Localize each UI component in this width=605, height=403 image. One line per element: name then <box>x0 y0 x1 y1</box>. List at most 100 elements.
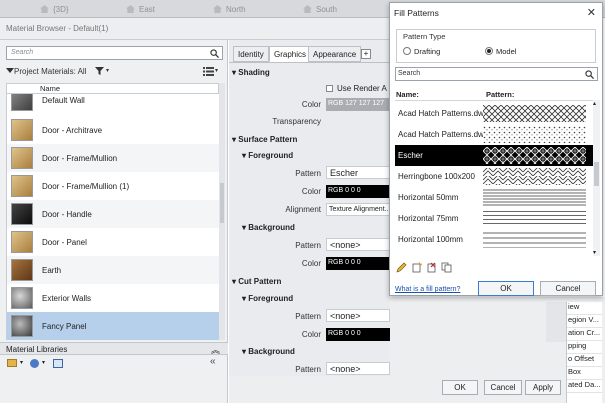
ok-button[interactable]: OK <box>442 380 478 395</box>
dialog-title: Fill Patterns <box>394 8 439 18</box>
surface-foreground-header[interactable]: ▾ Foreground <box>242 151 293 160</box>
model-radio[interactable] <box>485 47 493 55</box>
section-surface-pattern[interactable]: ▾ Surface Pattern <box>232 135 297 144</box>
library-window-icon[interactable] <box>53 359 63 368</box>
cut-foreground-header[interactable]: ▾ Foreground <box>242 294 293 303</box>
pattern-preview <box>483 147 586 164</box>
scrollbar-thumb[interactable] <box>594 162 599 186</box>
duplicate-pattern-icon[interactable] <box>441 262 452 273</box>
pattern-preview <box>483 189 586 206</box>
collapse-left-icon[interactable]: « <box>210 356 216 367</box>
close-icon[interactable]: ✕ <box>587 6 596 19</box>
material-swatch <box>11 231 33 253</box>
material-item[interactable]: Fancy Panel <box>7 312 219 340</box>
section-shading[interactable]: ▾ Shading <box>232 68 270 77</box>
edit-pencil-icon[interactable] <box>396 262 407 273</box>
cut-bg-pattern-field[interactable]: <none> <box>326 362 390 375</box>
house-icon <box>40 5 49 13</box>
material-item[interactable]: Door - Architrave <box>7 116 219 144</box>
material-item[interactable]: Door - Frame/Mullion <box>7 144 219 172</box>
dialog-ok-button[interactable]: OK <box>478 281 534 296</box>
new-pattern-icon[interactable] <box>411 262 422 273</box>
use-render-checkbox[interactable] <box>326 85 333 92</box>
surface-fg-pattern-field[interactable]: Escher <box>326 166 390 179</box>
shading-color-field[interactable]: RGB 127 127 127 <box>326 98 390 111</box>
dialog-cancel-button[interactable]: Cancel <box>540 281 596 296</box>
project-materials-filter[interactable]: Project Materials: All ▾ ▾ <box>6 66 223 80</box>
material-swatch <box>11 315 33 337</box>
tab-graphics[interactable]: Graphics <box>269 46 312 62</box>
pattern-toolbar <box>396 261 476 275</box>
filter-icon[interactable] <box>95 67 104 75</box>
material-item[interactable]: Door - Panel <box>7 228 219 256</box>
view-tab-3d[interactable]: {3D} <box>40 2 69 16</box>
material-libraries-header[interactable]: Material Libraries ︽ <box>0 342 228 355</box>
pattern-row[interactable]: Acad Hatch Patterns.dw <box>395 103 593 124</box>
section-cut-pattern[interactable]: ▾ Cut Pattern <box>232 277 281 286</box>
dropdown-arrow-icon[interactable]: ▾ <box>215 67 218 74</box>
pattern-list-scrollbar[interactable]: ▴ ▾ <box>593 100 600 256</box>
pattern-row[interactable]: Herringbone 100x200 <box>395 166 593 187</box>
scrollbar[interactable] <box>546 302 566 342</box>
pattern-list: Acad Hatch Patterns.dw Acad Hatch Patter… <box>395 100 593 256</box>
material-item[interactable]: Exterior Walls <box>7 284 219 312</box>
add-asset-button[interactable]: + <box>361 49 371 59</box>
pattern-type-group: Pattern Type Drafting Model <box>396 29 596 63</box>
fill-pattern-help-link[interactable]: What is a fill pattern? <box>395 286 460 293</box>
list-view-icon[interactable] <box>203 67 214 76</box>
pattern-row[interactable]: Horizontal 50mm <box>395 187 593 208</box>
material-list-scrollbar[interactable] <box>219 83 225 340</box>
material-search-input[interactable]: Search <box>6 46 223 60</box>
list-header-name[interactable]: Name <box>6 83 219 94</box>
pattern-row[interactable]: Acad Hatch Patterns.dw <box>395 124 593 145</box>
view-tab-east[interactable]: East <box>126 2 155 16</box>
pattern-row[interactable]: Horizontal 100mm <box>395 229 593 250</box>
material-item[interactable]: Door - Handle <box>7 200 219 228</box>
view-tab-south[interactable]: South <box>303 2 337 16</box>
library-toolbar: ▾ ▾ « <box>0 356 228 371</box>
apply-button[interactable]: Apply <box>525 380 561 395</box>
material-item[interactable]: Door - Frame/Mullion (1) <box>7 172 219 200</box>
material-item[interactable]: Default Wall <box>7 94 219 114</box>
globe-icon[interactable] <box>30 359 39 368</box>
pattern-preview <box>483 168 586 185</box>
pattern-row[interactable]: Horizontal 75mm <box>395 208 593 229</box>
surface-bg-color-field[interactable]: RGB 0 0 0 <box>326 257 390 270</box>
scroll-up-icon[interactable]: ▴ <box>593 100 596 107</box>
dropdown-arrow-icon[interactable]: ▾ <box>20 359 23 366</box>
tab-appearance[interactable]: Appearance <box>308 46 362 62</box>
material-swatch <box>11 175 33 197</box>
column-pattern-header: Pattern: <box>486 90 515 99</box>
pattern-row-selected[interactable]: Escher <box>395 145 593 166</box>
dropdown-arrow-icon[interactable]: ▾ <box>42 359 45 366</box>
cut-fg-pattern-field[interactable]: <none> <box>326 309 390 322</box>
open-library-icon[interactable] <box>7 359 17 367</box>
cut-fg-color-field[interactable]: RGB 0 0 0 <box>326 328 390 341</box>
delete-pattern-icon[interactable] <box>426 262 437 273</box>
properties-list: iew egion V... ation Cr... pping o Offse… <box>566 302 602 403</box>
pattern-preview <box>483 231 586 248</box>
material-item[interactable]: Earth <box>7 256 219 284</box>
dropdown-arrow-icon[interactable]: ▾ <box>106 67 109 74</box>
pattern-search-input[interactable]: Search <box>395 67 598 81</box>
collapse-arrow-icon[interactable] <box>6 68 14 73</box>
house-icon <box>126 5 135 13</box>
material-browser-buttons: OK Cancel Apply <box>229 376 566 403</box>
material-swatch <box>11 94 33 111</box>
scrollbar-thumb[interactable] <box>220 183 224 223</box>
drafting-radio[interactable] <box>403 47 411 55</box>
surface-background-header[interactable]: ▾ Background <box>242 223 295 232</box>
house-icon <box>213 5 222 13</box>
collapse-up-icon[interactable]: ︽ <box>211 343 220 356</box>
view-tab-north[interactable]: North <box>213 2 246 16</box>
cancel-button[interactable]: Cancel <box>484 380 522 395</box>
pattern-preview <box>483 210 586 227</box>
cut-background-header[interactable]: ▾ Background <box>242 347 295 356</box>
material-swatch <box>11 119 33 141</box>
tab-identity[interactable]: Identity <box>233 46 269 62</box>
surface-fg-color-field[interactable]: RGB 0 0 0 <box>326 185 390 198</box>
scroll-down-icon[interactable]: ▾ <box>593 249 596 256</box>
surface-bg-pattern-field[interactable]: <none> <box>326 238 390 251</box>
surface-fg-alignment-button[interactable]: Texture Alignment... <box>326 203 390 216</box>
material-list: Default Wall Door - Architrave Door - Fr… <box>6 94 219 340</box>
